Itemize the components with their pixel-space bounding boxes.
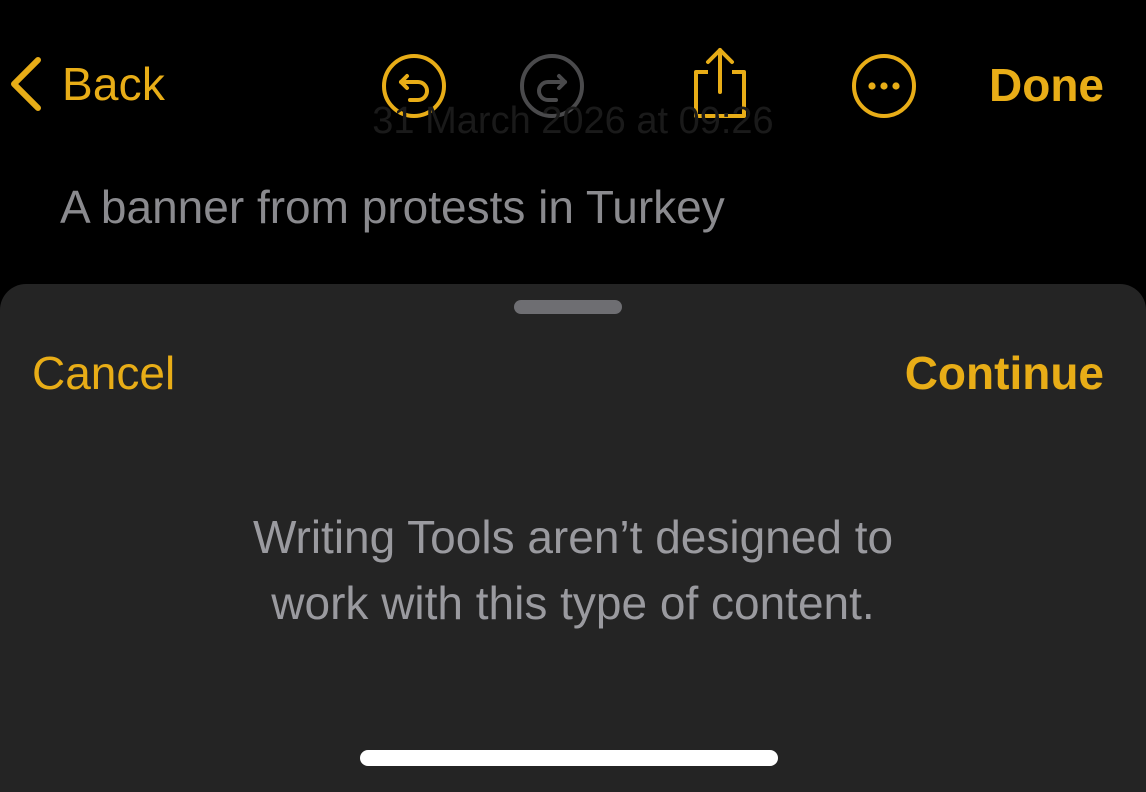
writing-tools-message: Writing Tools aren’t designed to work wi… bbox=[0, 504, 1146, 636]
message-line-2: work with this type of content. bbox=[271, 577, 875, 629]
continue-button[interactable]: Continue bbox=[905, 346, 1104, 400]
writing-tools-sheet: Cancel Continue Writing Tools aren’t des… bbox=[0, 284, 1146, 792]
cancel-button[interactable]: Cancel bbox=[32, 346, 175, 400]
screen: Back Done 31 March 2026 at 09:26 A banne… bbox=[0, 0, 1146, 792]
sheet-grabber[interactable] bbox=[514, 300, 622, 314]
top-toolbar: Back Done bbox=[0, 0, 1146, 170]
home-indicator[interactable] bbox=[360, 750, 778, 766]
message-line-1: Writing Tools aren’t designed to bbox=[252, 511, 894, 563]
note-body-text[interactable]: A banner from protests in Turkey bbox=[60, 180, 725, 234]
note-date: 31 March 2026 at 09:26 bbox=[372, 100, 774, 142]
